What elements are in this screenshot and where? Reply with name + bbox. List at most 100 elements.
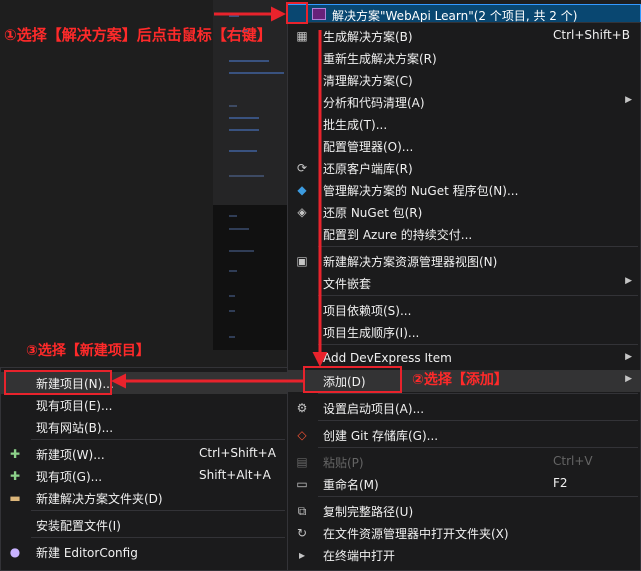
menu-item-label: 还原 NuGet 包(R): [323, 206, 423, 220]
menu-item-安装配置文件[interactable]: 安装配置文件(I): [1, 514, 287, 536]
menu-separator: [31, 439, 285, 440]
submenu-arrow-icon: ▶: [625, 95, 632, 105]
submenu-arrow-icon: ▶: [625, 374, 632, 384]
annotation-step3: ③选择【新建项目】: [26, 343, 150, 359]
menu-item-label: 项目依赖项(S)...: [323, 304, 412, 318]
menu-item-label: 设置启动项目(A)...: [323, 402, 425, 416]
menu-separator: [318, 420, 638, 421]
menu-separator: [31, 537, 285, 538]
menu-item-新建-editorconfig[interactable]: ● 新建 EditorConfig: [1, 541, 287, 563]
menu-item-label: 新建解决方案文件夹(D): [36, 492, 163, 506]
menu-separator: [31, 510, 285, 511]
menu-separator: [318, 246, 638, 247]
menu-item-创建-git-存储库[interactable]: ◇ 创建 Git 存储库(G)...: [288, 424, 640, 446]
menu-item-还原客户端库[interactable]: ⟳ 还原客户端库(R): [288, 157, 640, 179]
menu-item-生成解决方案[interactable]: ▦ 生成解决方案(B) Ctrl+Shift+B: [288, 25, 640, 47]
solution-context-menu: ▦ 生成解决方案(B) Ctrl+Shift+B 重新生成解决方案(R) 清理解决方案(…: [287, 22, 641, 571]
existing-item-icon: ✚: [9, 469, 21, 483]
menu-item-label: 现有项目(E)...: [36, 399, 113, 413]
menu-item-label: 项目生成顺序(I)...: [323, 326, 420, 340]
menu-item-现有网站[interactable]: 现有网站(B)...: [1, 416, 287, 438]
menu-item-label: 安装配置文件(I): [36, 519, 121, 533]
menu-item-label: 在文件资源管理器中打开文件夹(X): [323, 527, 509, 541]
menu-item-label: 生成解决方案(B): [323, 30, 413, 44]
solution-folder-icon: ▬: [9, 491, 21, 505]
menu-item-还原-nuget-包[interactable]: ◈ 还原 NuGet 包(R): [288, 201, 640, 223]
restore-icon: ⟳: [296, 161, 308, 175]
annotation-step1: ①选择【解决方案】后点击鼠标【右键】: [4, 26, 272, 44]
menu-item-新建项[interactable]: ✚ 新建项(W)... Ctrl+Shift+A: [1, 443, 287, 465]
menu-item-label: 现有网站(B)...: [36, 421, 114, 435]
menu-item-现有项目[interactable]: 现有项目(E)...: [1, 394, 287, 416]
new-project-highlight-box: [4, 370, 112, 395]
new-view-icon: ▣: [296, 254, 308, 268]
menu-separator: [318, 295, 638, 296]
menu-item-批生成[interactable]: 批生成(T)...: [288, 113, 640, 135]
annotation-step2: ②选择【添加】: [412, 372, 508, 388]
menu-item-粘贴: ▤ 粘贴(P) Ctrl+V: [288, 451, 640, 473]
menu-item-shortcut: Shift+Alt+A: [199, 468, 271, 482]
menu-item-清理解决方案[interactable]: 清理解决方案(C): [288, 69, 640, 91]
menu-item-现有项[interactable]: ✚ 现有项(G)... Shift+Alt+A: [1, 465, 287, 487]
menu-item-复制完整路径[interactable]: ⧉ 复制完整路径(U): [288, 500, 640, 522]
menu-item-shortcut: Ctrl+V: [553, 454, 593, 468]
menu-item-文件嵌套[interactable]: 文件嵌套 ▶: [288, 272, 640, 294]
menu-item-label: 文件嵌套: [323, 277, 372, 291]
menu-item-label: 分析和代码清理(A): [323, 96, 425, 110]
menu-item-设置启动项目[interactable]: ⚙ 设置启动项目(A)...: [288, 397, 640, 419]
solution-node[interactable]: 解决方案"WebApi Learn"(2 个项目, 共 2 个): [287, 4, 641, 24]
build-icon: ▦: [296, 29, 308, 43]
menu-item-shortcut: F2: [553, 476, 568, 490]
menu-item-label: 现有项(G)...: [36, 470, 103, 484]
rename-icon: ▭: [296, 477, 308, 491]
menu-item-项目生成顺序[interactable]: 项目生成顺序(I)...: [288, 321, 640, 343]
menu-item-配置到-azure-的持续交付[interactable]: 配置到 Azure 的持续交付...: [288, 223, 640, 245]
add-highlight-box: [303, 366, 402, 393]
menu-item-管理解决方案的-nuget-程序包[interactable]: ◆ 管理解决方案的 NuGet 程序包(N)...: [288, 179, 640, 201]
menu-item-shortcut: Ctrl+Shift+B: [553, 28, 630, 42]
git-icon: ◇: [297, 428, 307, 442]
menu-item-label: 配置到 Azure 的持续交付...: [323, 228, 473, 242]
menu-item-项目依赖项[interactable]: 项目依赖项(S)...: [288, 299, 640, 321]
open-folder-icon: ↻: [296, 526, 308, 540]
menu-item-重新生成解决方案[interactable]: 重新生成解决方案(R): [288, 47, 640, 69]
menu-item-label: Add DevExpress Item: [323, 351, 452, 365]
menu-item-shortcut: Ctrl+Shift+A: [199, 446, 276, 460]
copy-path-icon: ⧉: [297, 504, 307, 518]
menu-item-label: 复制完整路径(U): [323, 505, 414, 519]
menu-separator: [318, 344, 638, 345]
menu-separator: [318, 447, 638, 448]
paste-icon: ▤: [296, 455, 308, 469]
submenu-arrow-icon: ▶: [625, 352, 632, 362]
menu-item-label: 创建 Git 存储库(G)...: [323, 429, 439, 443]
menu-item-新建解决方案文件夹[interactable]: ▬ 新建解决方案文件夹(D): [1, 487, 287, 509]
menu-item-重命名[interactable]: ▭ 重命名(M) F2: [288, 473, 640, 495]
menu-item-label: 新建 EditorConfig: [36, 546, 138, 560]
menu-item-label: 重新生成解决方案(R): [323, 52, 437, 66]
menu-item-label: 清理解决方案(C): [323, 74, 413, 88]
menu-item-配置管理器[interactable]: 配置管理器(O)...: [288, 135, 640, 157]
menu-item-label: 还原客户端库(R): [323, 162, 413, 176]
menu-item-label: 批生成(T)...: [323, 118, 388, 132]
nuget-restore-icon: ◈: [297, 205, 307, 219]
menu-item-在终端中打开[interactable]: ▸ 在终端中打开: [288, 544, 640, 566]
menu-separator: [318, 393, 638, 394]
menu-item-label: 配置管理器(O)...: [323, 140, 414, 154]
menu-item-label: 在终端中打开: [323, 549, 396, 563]
new-item-icon: ✚: [9, 447, 21, 461]
menu-item-label: 新建解决方案资源管理器视图(N): [323, 255, 498, 269]
menu-item-新建解决方案资源管理器视图[interactable]: ▣ 新建解决方案资源管理器视图(N): [288, 250, 640, 272]
menu-item-label: 新建项(W)...: [36, 448, 105, 462]
nuget-icon: ◆: [297, 183, 307, 197]
submenu-arrow-icon: ▶: [625, 276, 632, 286]
menu-item-label: 粘贴(P): [323, 456, 364, 470]
menu-item-label: 管理解决方案的 NuGet 程序包(N)...: [323, 184, 519, 198]
solution-icon: [312, 8, 326, 20]
add-submenu: 新建项目(N)... 现有项目(E)... 现有网站(B)... ✚ 新建项(W)...…: [0, 367, 288, 571]
menu-item-分析和代码清理[interactable]: 分析和代码清理(A) ▶: [288, 91, 640, 113]
editorconfig-icon: ●: [9, 545, 21, 559]
menu-item-label: 重命名(M): [323, 478, 379, 492]
menu-item-在文件资源管理器中打开文件夹[interactable]: ↻ 在文件资源管理器中打开文件夹(X): [288, 522, 640, 544]
editor-preview-dark-area: [213, 205, 287, 350]
terminal-icon: ▸: [298, 548, 306, 562]
